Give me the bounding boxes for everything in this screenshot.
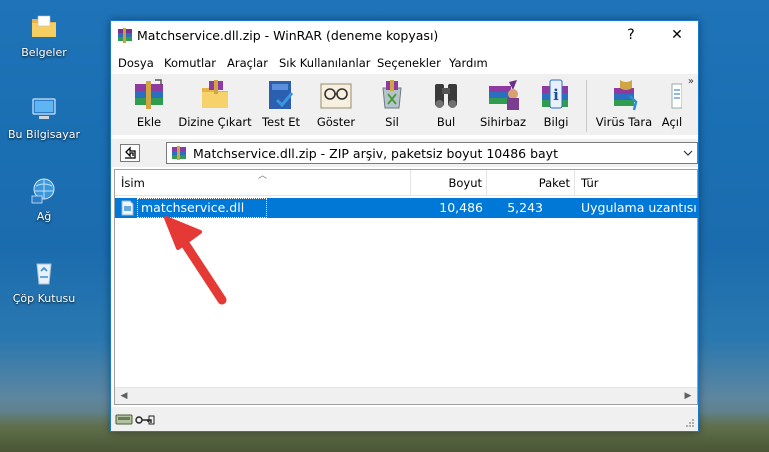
toolbar-info-button[interactable]: i Bilgi bbox=[533, 78, 579, 134]
up-arrow-icon bbox=[125, 146, 136, 159]
desktop-icon-documents[interactable]: Belgeler bbox=[8, 12, 80, 59]
test-icon bbox=[269, 81, 294, 109]
row-packed: 5,243 bbox=[507, 200, 543, 215]
toolbar-label: Ekle bbox=[136, 115, 162, 129]
annotation-arrow-icon bbox=[164, 216, 227, 305]
svg-text:i: i bbox=[553, 86, 559, 104]
row-type: Uygulama uzantısı bbox=[581, 200, 697, 215]
toolbar-view-button[interactable]: Göster bbox=[309, 78, 363, 134]
delete-icon bbox=[382, 80, 402, 109]
desktop-icon-label: Çöp Kutusu bbox=[12, 292, 76, 305]
archive-icon bbox=[172, 146, 186, 160]
menu-help[interactable]: Yardım bbox=[449, 56, 488, 70]
desktop-icon-label: Ağ bbox=[36, 210, 52, 223]
path-text: Matchservice.dll.zip - ZIP arşiv, pakets… bbox=[193, 146, 558, 161]
up-folder-button[interactable] bbox=[120, 144, 140, 162]
menu-tools[interactable]: Araçlar bbox=[227, 56, 268, 70]
extract-to-icon bbox=[202, 80, 228, 108]
help-button[interactable]: ? bbox=[609, 21, 653, 49]
find-icon bbox=[435, 84, 457, 108]
desktop-icon-this-pc[interactable]: Bu Bilgisayar bbox=[8, 94, 80, 141]
window-title: Matchservice.dll.zip - WinRAR (deneme ko… bbox=[137, 28, 439, 43]
view-icon bbox=[320, 83, 352, 109]
toolbar-comment-button[interactable]: Açıl bbox=[657, 78, 687, 134]
menu-favorites[interactable]: Sık Kullanılanlar bbox=[279, 56, 371, 70]
column-type[interactable]: Tür bbox=[575, 170, 699, 196]
drive-and-key-icon bbox=[115, 414, 155, 425]
scroll-right-arrow-icon[interactable]: ▶ bbox=[683, 391, 693, 401]
toolbar-label: Dizine Çıkart bbox=[178, 115, 252, 129]
horizontal-scrollbar[interactable]: ◀ ▶ bbox=[115, 387, 697, 404]
column-packed[interactable]: Paket bbox=[487, 170, 575, 196]
toolbar-overflow-chevron-icon[interactable]: » bbox=[688, 76, 694, 87]
toolbar-extract-to-button[interactable]: Dizine Çıkart bbox=[177, 78, 253, 134]
column-size[interactable]: Boyut bbox=[411, 170, 487, 196]
toolbar-label: Sil bbox=[385, 115, 399, 129]
winrar-app-icon bbox=[118, 28, 132, 43]
network-icon bbox=[31, 178, 55, 204]
menu-options[interactable]: Seçenekler bbox=[377, 56, 441, 70]
column-name[interactable]: İsim bbox=[115, 170, 411, 196]
desktop-icon-label: Belgeler bbox=[21, 46, 67, 59]
toolbar-find-button[interactable]: Bul bbox=[423, 78, 469, 134]
toolbar-label: Bilgi bbox=[543, 115, 569, 129]
address-bar: Matchservice.dll.zip - ZIP arşiv, pakets… bbox=[111, 139, 698, 167]
toolbar-label: Göster bbox=[316, 115, 356, 129]
recycle-bin-icon bbox=[36, 263, 52, 285]
row-size: 10,486 bbox=[439, 200, 483, 215]
toolbar-label: Bul bbox=[436, 115, 456, 129]
toolbar-label: Virüs Tara bbox=[595, 115, 653, 129]
resize-grip-icon[interactable] bbox=[685, 418, 695, 428]
close-button[interactable]: ✕ bbox=[655, 21, 699, 49]
toolbar-virus-scan-button[interactable]: Virüs Tara bbox=[593, 78, 655, 134]
path-combobox[interactable]: Matchservice.dll.zip - ZIP arşiv, pakets… bbox=[166, 142, 698, 164]
toolbar-label: Sihirbaz bbox=[479, 115, 527, 129]
scroll-left-arrow-icon[interactable]: ◀ bbox=[119, 391, 129, 401]
toolbar-delete-button[interactable]: Sil bbox=[369, 78, 415, 134]
virus-scan-icon bbox=[614, 80, 638, 111]
toolbar-label: Test Et bbox=[261, 115, 301, 129]
status-bar bbox=[111, 407, 698, 431]
wizard-icon bbox=[489, 80, 519, 110]
computer-icon bbox=[32, 98, 56, 119]
desktop-icon-label: Bu Bilgisayar bbox=[8, 128, 80, 141]
add-archive-icon bbox=[135, 79, 163, 109]
info-icon: i bbox=[542, 79, 568, 109]
dll-file-icon bbox=[121, 200, 134, 216]
column-header: ︿ İsim Boyut Paket Tür bbox=[115, 170, 697, 196]
toolbar-add-button[interactable]: Ekle bbox=[121, 78, 177, 134]
toolbar: Ekle Dizine Çıkart Test Et Göster Sil Bu… bbox=[111, 73, 698, 135]
title-bar[interactable]: Matchservice.dll.zip - WinRAR (deneme ko… bbox=[111, 21, 698, 51]
desktop-icon-recycle-bin[interactable]: Çöp Kutusu bbox=[8, 258, 80, 305]
toolbar-separator bbox=[586, 80, 587, 132]
comment-icon bbox=[671, 83, 682, 109]
menu-commands[interactable]: Komutlar bbox=[164, 56, 216, 70]
chevron-down-icon[interactable] bbox=[683, 148, 693, 158]
menu-bar: Dosya Komutlar Araçlar Sık Kullanılanlar… bbox=[111, 52, 698, 72]
documents-folder-icon bbox=[32, 15, 56, 37]
toolbar-test-button[interactable]: Test Et bbox=[253, 78, 309, 134]
toolbar-wizard-button[interactable]: Sihirbaz bbox=[475, 78, 531, 134]
desktop-icon-network[interactable]: Ağ bbox=[8, 176, 80, 223]
menu-file[interactable]: Dosya bbox=[118, 56, 154, 70]
toolbar-label: Açıl bbox=[661, 115, 683, 129]
